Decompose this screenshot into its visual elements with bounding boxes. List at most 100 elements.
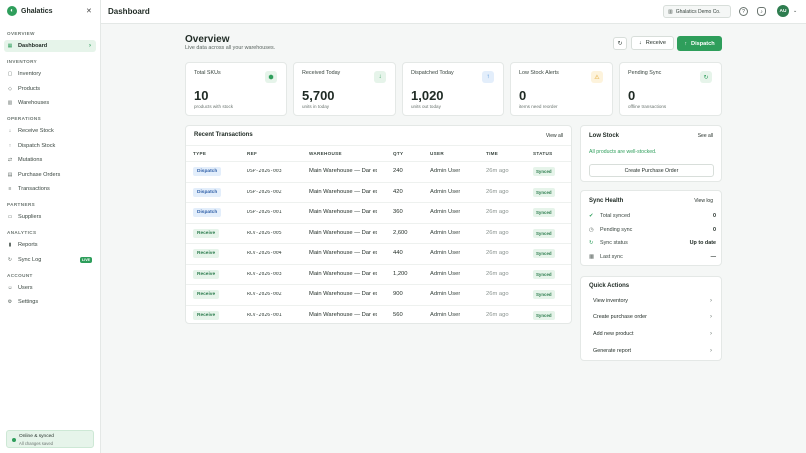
table-row[interactable]: Receive RCV-2026-004 Main Warehouse — Da… [186, 243, 571, 264]
sidebar-item-settings[interactable]: ⚙ Settings [4, 296, 96, 308]
card-title: Sync Health [589, 198, 624, 204]
qty-cell: 560 [393, 311, 403, 318]
help-icon[interactable]: ? [739, 7, 748, 16]
quick-action-add-new-product[interactable]: Add new product › [589, 327, 716, 341]
time-cell: 26m ago [486, 229, 509, 236]
sidebar-item-users[interactable]: ☺ Users [4, 282, 96, 294]
check-circle-icon: ✔ [589, 213, 594, 219]
quick-action-generate-report[interactable]: Generate report › [589, 344, 716, 358]
user-cell: Admin User [430, 188, 461, 195]
sync-icon: ↻ [700, 71, 712, 83]
sidebar-item-label: Reports [18, 242, 38, 248]
brand[interactable]: ◐ Ghalatics [7, 5, 53, 17]
warehouse-cell: Main Warehouse — Dar es Salaam [309, 311, 377, 318]
section-inventory: INVENTORY [7, 59, 38, 64]
close-icon[interactable]: ✕ [86, 8, 92, 15]
user-cell: Admin User [430, 270, 461, 277]
sidebar-item-label: Mutations [18, 157, 43, 163]
table-row[interactable]: Dispatch DSP-2026-001 Main Warehouse — D… [186, 202, 571, 223]
status-badge: Synced [533, 249, 555, 258]
kpi-label: Total SKUs [194, 70, 221, 76]
sidebar-item-label: Settings [18, 299, 39, 305]
box-icon: ▢ [7, 71, 13, 77]
qty-cell: 240 [393, 168, 403, 174]
chevron-right-icon: › [710, 331, 712, 337]
sidebar-item-label: Dashboard [18, 43, 48, 49]
quick-action-view-inventory[interactable]: View inventory › [589, 294, 716, 308]
sync-icon: ↻ [7, 257, 13, 263]
quick-action-label: Create purchase order [593, 314, 647, 320]
warehouse-cell: Main Warehouse — Dar es Salaam [309, 291, 377, 297]
chevron-down-icon[interactable]: ⌄ [793, 8, 797, 14]
sidebar-item-mutations[interactable]: ⇄ Mutations [4, 154, 96, 166]
chevron-right-icon: › [710, 298, 712, 304]
chevron-right-icon: › [89, 43, 91, 49]
ref-cell: RCV-2026-003 [247, 271, 282, 277]
type-badge: Receive [193, 228, 220, 238]
ref-cell: RCV-2026-004 [247, 251, 282, 256]
refresh-icon: ↻ [617, 41, 623, 47]
table-row[interactable]: Receive RCV-2026-001 Main Warehouse — Da… [186, 304, 571, 324]
sidebar-item-label: Warehouses [18, 100, 50, 106]
section-analytics: ANALYTICS [7, 230, 37, 235]
sidebar-item-reports[interactable]: ▮ Reports [4, 239, 96, 251]
upload-icon: ↑ [8, 143, 12, 149]
sidebar-item-receive-stock[interactable]: ↓ Receive Stock [4, 125, 96, 137]
user-cell: Admin User [430, 291, 461, 297]
qty-cell: 2,600 [393, 229, 408, 236]
kpi-label: Pending Sync [628, 70, 662, 76]
ref-cell: DSP-2026-002 [247, 189, 282, 195]
see-all-link[interactable]: See all [698, 133, 713, 139]
low-stock-card: Low Stock See all All products are well-… [580, 125, 722, 182]
receive-button[interactable]: ↓ Receive [631, 36, 674, 50]
time-cell: 26m ago [486, 209, 509, 215]
user-cell: Admin User [430, 168, 461, 174]
dispatch-button[interactable]: ↑ Dispatch [677, 36, 722, 51]
card-title: Low Stock [589, 133, 620, 139]
sidebar-item-warehouses[interactable]: ▥ Warehouses [4, 97, 96, 109]
kpi-value: 1,020 [411, 88, 444, 103]
view-log-link[interactable]: View log [694, 198, 713, 204]
users-icon: ☺ [7, 285, 13, 291]
table-row[interactable]: Receive RCV-2026-005 Main Warehouse — Da… [186, 222, 571, 244]
sync-row-value: 0 [713, 213, 716, 219]
create-purchase-order-button[interactable]: Create Purchase Order [589, 164, 714, 177]
table-row[interactable]: Receive RCV-2026-002 Main Warehouse — Da… [186, 284, 571, 305]
bell-icon[interactable]: ♪ [757, 7, 766, 16]
type-badge: Receive [193, 310, 220, 320]
sidebar-item-products[interactable]: ◇ Products [4, 83, 96, 95]
warehouse-cell: Main Warehouse — Dar es Salaam [309, 209, 377, 215]
sidebar-item-inventory[interactable]: ▢ Inventory [4, 68, 96, 80]
clock-icon: ◷ [589, 227, 594, 233]
view-all-link[interactable]: View all [546, 133, 563, 139]
time-cell: 26m ago [486, 168, 509, 174]
sync-row-total: ✔ Total synced 0 [589, 210, 716, 222]
sidebar-item-dispatch-stock[interactable]: ↑ Dispatch Stock [4, 140, 96, 152]
avatar[interactable]: AU [777, 5, 789, 17]
card-title: Recent Transactions [194, 132, 253, 138]
sidebar-item-purchase-orders[interactable]: ▤ Purchase Orders [4, 169, 96, 181]
ref-cell: RCV-2026-001 [247, 312, 282, 318]
qty-cell: 420 [393, 188, 403, 195]
warehouse-cell: Main Warehouse — Dar es Salaam [309, 250, 377, 256]
ref-cell: DSP-2026-001 [247, 210, 282, 215]
quick-action-create-purchase-order[interactable]: Create purchase order › [589, 310, 716, 324]
type-badge: Dispatch [193, 167, 222, 176]
qty-cell: 440 [393, 250, 403, 256]
sidebar-item-suppliers[interactable]: ▭ Suppliers [4, 211, 96, 223]
refresh-button[interactable]: ↻ [613, 37, 627, 50]
card-title: Quick Actions [589, 283, 630, 289]
col-qty: QTY [393, 151, 404, 156]
table-row[interactable]: Dispatch DSP-2026-002 Main Warehouse — D… [186, 181, 571, 203]
sync-row-value: Up to date [689, 240, 716, 246]
sync-row-value: 0 [713, 227, 716, 233]
org-switcher[interactable]: ▥ Ghalatics Demo Co. [663, 5, 731, 18]
sidebar-item-transactions[interactable]: ≡ Transactions [4, 183, 96, 195]
cart-icon: ▤ [7, 172, 13, 178]
qty-cell: 360 [393, 209, 403, 215]
arrow-up-icon: ↑ [482, 71, 494, 83]
sidebar-item-dashboard[interactable]: ▦ Dashboard › [4, 40, 96, 52]
table-row[interactable]: Dispatch DSP-2026-003 Main Warehouse — D… [186, 161, 571, 182]
table-row[interactable]: Receive RCV-2026-003 Main Warehouse — Da… [186, 263, 571, 285]
sidebar-item-sync-log[interactable]: ↻ Sync Log LIVE [4, 254, 96, 266]
